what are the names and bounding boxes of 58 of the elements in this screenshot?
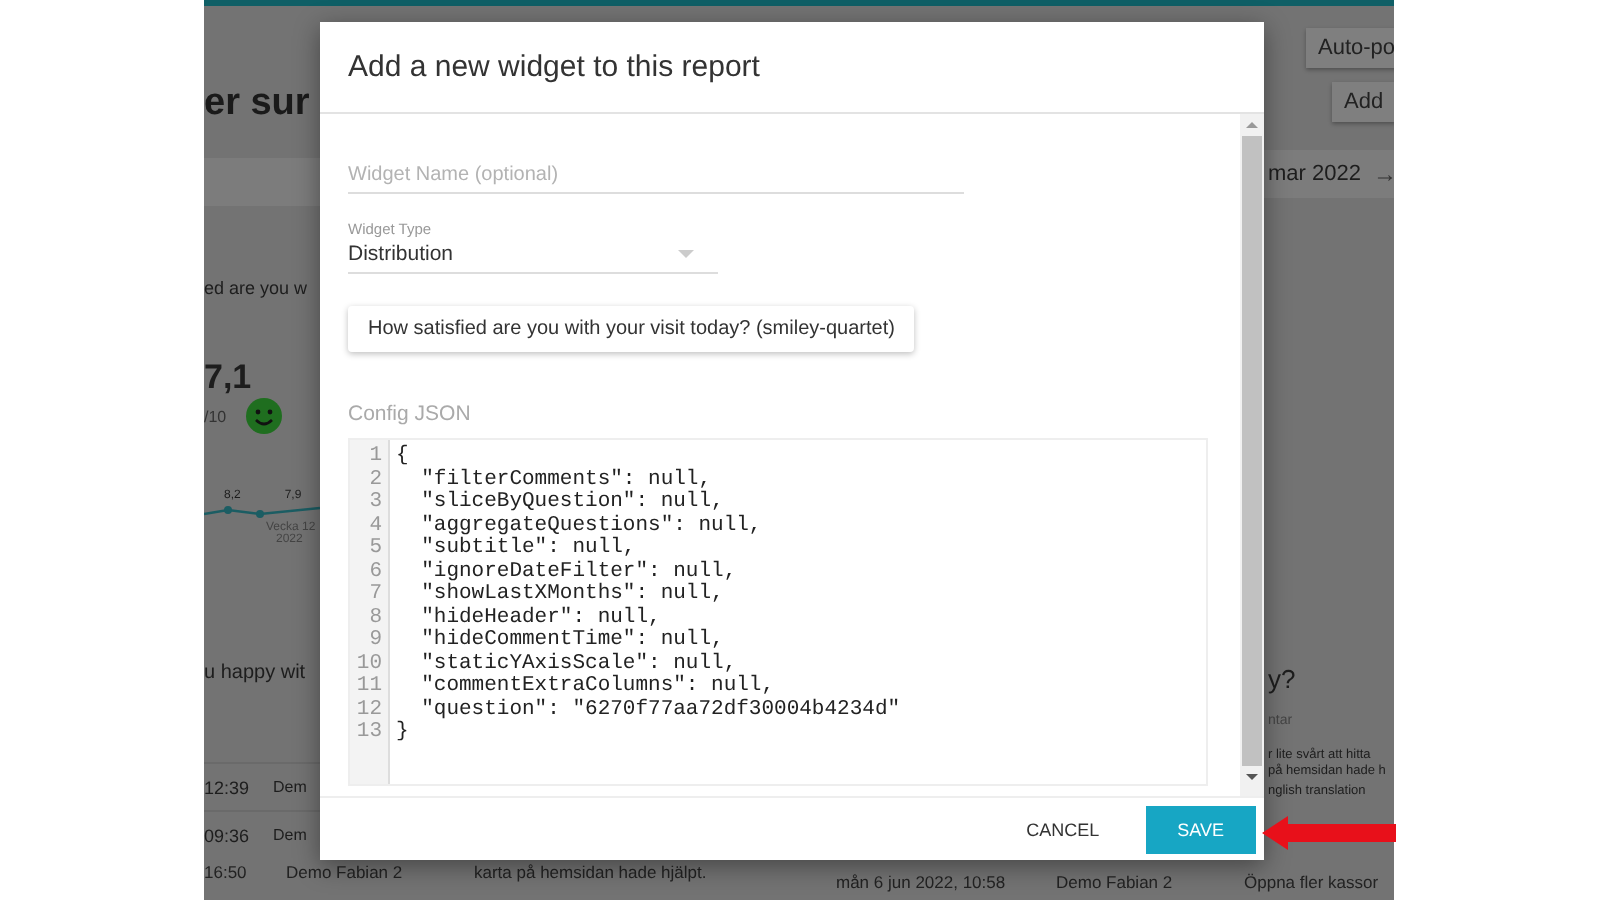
line-number: 3 (367, 492, 384, 515)
next-arrow[interactable]: → (1372, 160, 1394, 188)
comment-author: Dem (273, 778, 307, 796)
code-line: "commentExtraColumns": null, (419, 676, 777, 698)
line-number: 12 (354, 699, 384, 722)
toolbar-button[interactable]: Add (1332, 82, 1394, 122)
date-range: mar 2022 (1268, 162, 1361, 186)
line-number: 5 (367, 538, 384, 561)
scrollbar-thumb[interactable] (1242, 136, 1262, 766)
comment-author: Dem (273, 826, 307, 844)
line-number: 8 (367, 607, 384, 630)
code-line: "question": "6270f77aa72df30004b4234d" (419, 699, 901, 722)
comment-time: 12:39 (204, 777, 250, 797)
code-line: "hideCommentTime": null, (419, 630, 726, 652)
code-line: "showLastXMonths": null, (419, 584, 726, 606)
code-editor[interactable] (348, 438, 1208, 786)
comment-date: mån 6 jun 2022, 10:58 (836, 872, 1006, 892)
code-line: { (396, 446, 411, 469)
config-label: Config JSON (348, 402, 473, 426)
comment-author: Demo Fabian 2 (286, 862, 403, 882)
dialog-title: Add a new widget to this report (348, 50, 760, 84)
line-number: 9 (367, 630, 384, 653)
comment-text: karta på hemsidan hade hjälpt. (474, 862, 707, 882)
card-title: ed are you w (204, 278, 308, 298)
line-number: 7 (367, 584, 384, 607)
pointer-arrow (1262, 816, 1396, 850)
code-line: "subtitle": null, (419, 538, 636, 560)
code-line: "staticYAxisScale": null, (419, 653, 737, 675)
cancel-button[interactable]: CANCEL (1000, 805, 1126, 853)
comment-text: Öppna fler kassor (1244, 872, 1379, 892)
toolbar-button[interactable]: Auto-po (1306, 28, 1394, 68)
card-title: u happy wit (204, 662, 306, 688)
code-line: "sliceByQuestion": null, (419, 492, 726, 514)
code-line: } (396, 722, 411, 745)
score-max: /10 (204, 407, 227, 425)
comment-author: Demo Fabian 2 (1056, 872, 1173, 892)
code-line: "ignoreDateFilter": null, (419, 561, 739, 583)
line-number: 1 (367, 446, 384, 469)
line-number: 13 (354, 722, 384, 745)
line-number: 4 (367, 515, 384, 538)
comment-time: 09:36 (204, 825, 250, 845)
line-number: 6 (367, 561, 384, 584)
page-title: er sur (204, 82, 310, 128)
line-chart-drawing (204, 502, 320, 522)
code-line: "aggregateQuestions": null, (419, 515, 764, 537)
code-line: "filterComments": null, (419, 469, 712, 491)
question-chip[interactable]: How satisfied are you with your visit today? (smiley-quartet) (348, 306, 915, 352)
scroll-down-icon[interactable] (1246, 774, 1258, 780)
line-number: 11 (354, 676, 384, 699)
card-title: y? (1268, 664, 1296, 694)
caret-icon (678, 250, 694, 258)
smiley-icon (246, 398, 283, 434)
line-number: 10 (354, 653, 384, 676)
comment-time: 16:50 (204, 862, 247, 882)
score-value: 7,1 (204, 358, 254, 398)
line-number: 2 (367, 469, 384, 492)
code-line: "hideHeader": null, (419, 607, 662, 629)
save-button[interactable]: SAVE (1145, 805, 1256, 853)
